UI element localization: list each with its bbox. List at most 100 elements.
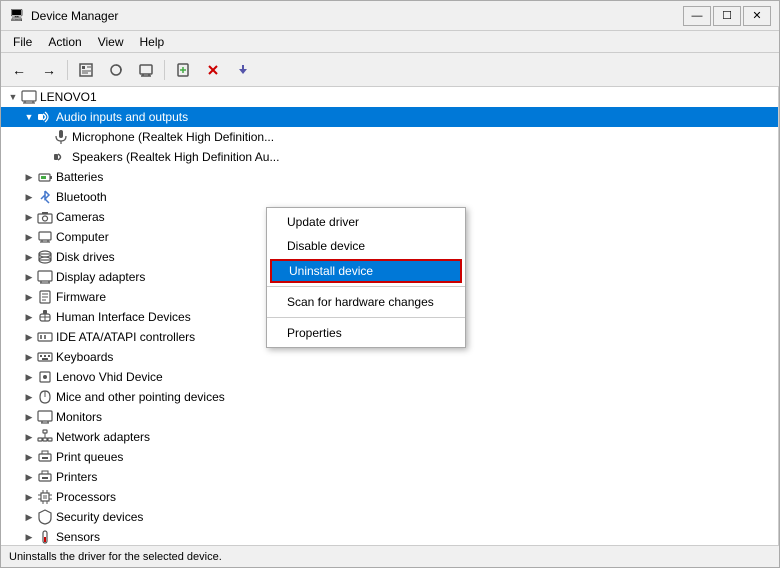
tree-item-bluetooth[interactable]: ▶ Bluetooth [1, 187, 778, 207]
sensors-icon [37, 529, 53, 545]
toolbar-forward-button[interactable]: → [35, 57, 63, 83]
expand-disk[interactable]: ▶ [21, 249, 37, 265]
processors-icon [37, 489, 53, 505]
network-icon [37, 429, 53, 445]
security-icon [37, 509, 53, 525]
title-bar-buttons: — ☐ ✕ [683, 6, 771, 26]
tree-item-print-queues[interactable]: ▶ Print queues [1, 447, 778, 467]
ctx-properties[interactable]: Properties [267, 321, 465, 345]
toolbar-update-button[interactable] [229, 57, 257, 83]
toolbar: ← → [1, 53, 779, 87]
tree-label-processors: Processors [56, 490, 116, 504]
tree-label-lenovo1: LENOVO1 [40, 90, 97, 104]
bluetooth-icon [37, 189, 53, 205]
tree-label-speakers: Speakers (Realtek High Definition Au... [72, 150, 279, 164]
close-button[interactable]: ✕ [743, 6, 771, 26]
microphone-icon [53, 129, 69, 145]
tree-item-lenovo-vhid[interactable]: ▶ Lenovo Vhid Device [1, 367, 778, 387]
expand-hid[interactable]: ▶ [21, 309, 37, 325]
tree-item-sensors[interactable]: ▶ Sensors [1, 527, 778, 545]
toolbar-properties-button[interactable] [72, 57, 100, 83]
ctx-uninstall-device[interactable]: Uninstall device [270, 259, 462, 283]
keyboard-icon [37, 349, 53, 365]
ctx-scan-changes[interactable]: Scan for hardware changes [267, 290, 465, 314]
expand-print-queues[interactable]: ▶ [21, 449, 37, 465]
toolbar-add-button[interactable] [169, 57, 197, 83]
firmware-icon [37, 289, 53, 305]
tree-item-speakers[interactable]: ▶ Speakers (Realtek High Definition Au..… [1, 147, 778, 167]
tree-label-computer: Computer [56, 230, 109, 244]
tree-item-keyboards[interactable]: ▶ Keyboards [1, 347, 778, 367]
expand-bluetooth[interactable]: ▶ [21, 189, 37, 205]
computer-cat-icon [37, 229, 53, 245]
tree-label-keyboards: Keyboards [56, 350, 113, 364]
menu-file[interactable]: File [5, 33, 40, 51]
ctx-update-driver[interactable]: Update driver [267, 210, 465, 234]
content-area: ▼ LENOVO1 ▼ Audio inputs and outputs ▶ [1, 87, 779, 545]
expand-computer[interactable]: ▶ [21, 229, 37, 245]
monitors-icon [37, 409, 53, 425]
menu-view[interactable]: View [90, 33, 132, 51]
tree-label-audio: Audio inputs and outputs [56, 110, 188, 124]
batteries-icon [37, 169, 53, 185]
expand-monitors[interactable]: ▶ [21, 409, 37, 425]
title-bar-left: 🖥 Device Manager [9, 8, 118, 24]
printers-icon [37, 469, 53, 485]
tree-item-monitors[interactable]: ▶ Monitors [1, 407, 778, 427]
expand-sensors[interactable]: ▶ [21, 529, 37, 545]
toolbar-back-button[interactable]: ← [5, 57, 33, 83]
tree-item-batteries[interactable]: ▶ Batteries [1, 167, 778, 187]
ctx-separator-1 [267, 286, 465, 287]
tree-item-printers[interactable]: ▶ Printers [1, 467, 778, 487]
hid-icon [37, 309, 53, 325]
expand-network[interactable]: ▶ [21, 429, 37, 445]
menu-bar: File Action View Help [1, 31, 779, 53]
tree-label-security: Security devices [56, 510, 143, 524]
toolbar-device-manager-button[interactable] [132, 57, 160, 83]
tree-label-ide: IDE ATA/ATAPI controllers [56, 330, 195, 344]
tree-label-mice: Mice and other pointing devices [56, 390, 225, 404]
tree-item-lenovo1[interactable]: ▼ LENOVO1 [1, 87, 778, 107]
expand-processors[interactable]: ▶ [21, 489, 37, 505]
expand-keyboards[interactable]: ▶ [21, 349, 37, 365]
expand-firmware[interactable]: ▶ [21, 289, 37, 305]
tree-item-security[interactable]: ▶ Security devices [1, 507, 778, 527]
tree-panel[interactable]: ▼ LENOVO1 ▼ Audio inputs and outputs ▶ [1, 87, 779, 545]
maximize-button[interactable]: ☐ [713, 6, 741, 26]
toolbar-separator-1 [67, 60, 68, 80]
tree-label-batteries: Batteries [56, 170, 103, 184]
expand-lenovo1[interactable]: ▼ [5, 89, 21, 105]
disk-icon [37, 249, 53, 265]
audio-icon [37, 109, 53, 125]
tree-label-bluetooth: Bluetooth [56, 190, 107, 204]
expand-display[interactable]: ▶ [21, 269, 37, 285]
tree-label-cameras: Cameras [56, 210, 105, 224]
toolbar-separator-2 [164, 60, 165, 80]
tree-label-firmware: Firmware [56, 290, 106, 304]
expand-mice[interactable]: ▶ [21, 389, 37, 405]
expand-cameras[interactable]: ▶ [21, 209, 37, 225]
menu-action[interactable]: Action [40, 33, 89, 51]
tree-item-microphone[interactable]: ▶ Microphone (Realtek High Definition... [1, 127, 778, 147]
minimize-button[interactable]: — [683, 6, 711, 26]
tree-item-mice[interactable]: ▶ Mice and other pointing devices [1, 387, 778, 407]
tree-item-processors[interactable]: ▶ Processors [1, 487, 778, 507]
status-bar: Uninstalls the driver for the selected d… [1, 545, 779, 567]
expand-batteries[interactable]: ▶ [21, 169, 37, 185]
menu-help[interactable]: Help [132, 33, 173, 51]
tree-item-network[interactable]: ▶ Network adapters [1, 427, 778, 447]
expand-security[interactable]: ▶ [21, 509, 37, 525]
expand-audio[interactable]: ▼ [21, 109, 37, 125]
toolbar-scan-button[interactable] [102, 57, 130, 83]
tree-label-monitors: Monitors [56, 410, 102, 424]
title-bar: 🖥 Device Manager — ☐ ✕ [1, 1, 779, 31]
ctx-disable-device[interactable]: Disable device [267, 234, 465, 258]
expand-printers[interactable]: ▶ [21, 469, 37, 485]
expand-lenovo-vhid[interactable]: ▶ [21, 369, 37, 385]
window-title: Device Manager [31, 9, 118, 23]
toolbar-remove-button[interactable] [199, 57, 227, 83]
expand-ide[interactable]: ▶ [21, 329, 37, 345]
tree-item-audio[interactable]: ▼ Audio inputs and outputs [1, 107, 778, 127]
display-icon [37, 269, 53, 285]
ctx-separator-2 [267, 317, 465, 318]
